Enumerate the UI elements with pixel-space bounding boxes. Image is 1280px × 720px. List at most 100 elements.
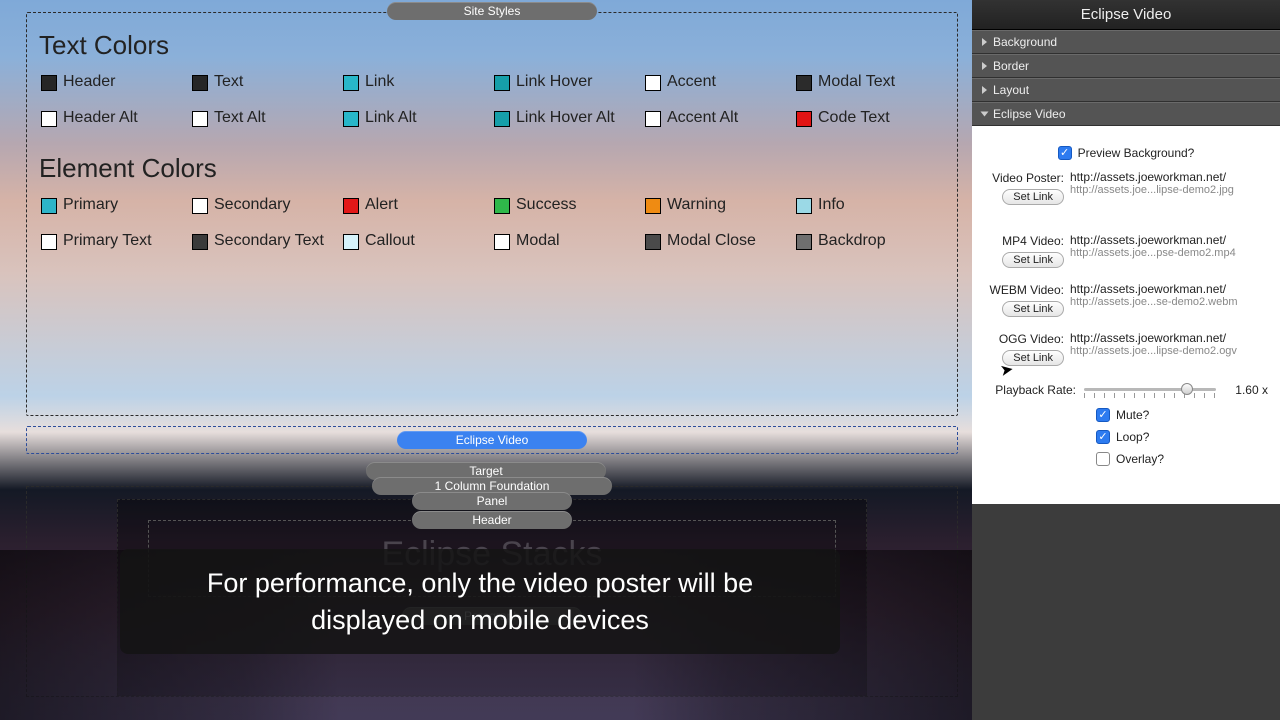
color-swatch[interactable]: Text Alt [192, 109, 339, 127]
site-styles-pill[interactable]: Site Styles [387, 2, 597, 20]
swatch-label: Modal Close [667, 232, 756, 250]
swatch-label: Link Alt [365, 109, 417, 127]
swatch-icon[interactable] [494, 75, 510, 91]
asset-link-row: OGG Video:Set Linkhttp://assets.joeworkm… [984, 331, 1268, 366]
color-swatch[interactable]: Backdrop [796, 232, 943, 250]
asset-link-label: MP4 Video: [984, 233, 1064, 248]
text-colors-grid: Header Text Link Link Hover Accent Modal Text… [27, 67, 957, 143]
color-swatch[interactable]: Link Hover Alt [494, 109, 641, 127]
eclipse-video-settings: Preview Background? Video Poster:Set Lin… [972, 126, 1280, 504]
mute-label: Mute? [1116, 408, 1149, 422]
swatch-icon[interactable] [192, 75, 208, 91]
color-swatch[interactable]: Info [796, 196, 943, 214]
eclipse-video-row[interactable]: Eclipse Video [26, 426, 958, 454]
swatch-icon[interactable] [192, 111, 208, 127]
swatch-label: Accent [667, 73, 716, 91]
color-swatch[interactable]: Code Text [796, 109, 943, 127]
color-swatch[interactable]: Link [343, 73, 490, 91]
swatch-icon[interactable] [796, 234, 812, 250]
color-swatch[interactable]: Link Hover [494, 73, 641, 91]
swatch-icon[interactable] [343, 75, 359, 91]
swatch-label: Accent Alt [667, 109, 738, 127]
swatch-label: Backdrop [818, 232, 886, 250]
color-swatch[interactable]: Accent Alt [645, 109, 792, 127]
swatch-label: Success [516, 196, 576, 214]
set-link-button[interactable]: Set Link [1002, 301, 1064, 317]
color-swatch[interactable]: Primary Text [41, 232, 188, 250]
asset-link-row: MP4 Video:Set Linkhttp://assets.joeworkm… [984, 233, 1268, 268]
element-colors-title: Element Colors [39, 153, 957, 184]
loop-checkbox[interactable] [1096, 430, 1110, 444]
set-link-button[interactable]: Set Link [1002, 252, 1064, 268]
swatch-icon[interactable] [41, 111, 57, 127]
site-styles-block[interactable]: Site Styles Text Colors HeaderTextLinkLi… [26, 12, 958, 416]
swatch-icon[interactable] [192, 198, 208, 214]
color-swatch[interactable]: Callout [343, 232, 490, 250]
swatch-label: Modal Text [818, 73, 895, 91]
color-swatch[interactable]: Warning [645, 196, 792, 214]
color-swatch[interactable]: Secondary Text [192, 232, 339, 250]
swatch-label: Link Hover Alt [516, 109, 615, 127]
swatch-icon[interactable] [796, 75, 812, 91]
swatch-icon[interactable] [796, 198, 812, 214]
asset-url: http://assets.joeworkman.net/ [1070, 282, 1268, 296]
swatch-icon[interactable] [645, 198, 661, 214]
inspector-title: Eclipse Video [972, 0, 1280, 30]
preview-background-checkbox[interactable] [1058, 146, 1072, 160]
swatch-label: Header [63, 73, 115, 91]
swatch-icon[interactable] [343, 198, 359, 214]
eclipse-video-pill[interactable]: Eclipse Video [397, 431, 587, 449]
swatch-icon[interactable] [343, 111, 359, 127]
element-colors-grid: Primary Secondary Alert Success WarningInfo P… [27, 190, 957, 266]
accordion-layout[interactable]: Layout [972, 78, 1280, 102]
swatch-label: Code Text [818, 109, 890, 127]
inspector-empty-area [972, 630, 1280, 720]
color-swatch[interactable]: Secondary [192, 196, 339, 214]
color-swatch[interactable]: Alert [343, 196, 490, 214]
color-swatch[interactable]: Link Alt [343, 109, 490, 127]
color-swatch[interactable]: Accent [645, 73, 792, 91]
swatch-label: Primary [63, 196, 118, 214]
swatch-icon[interactable] [343, 234, 359, 250]
swatch-label: Primary Text [63, 232, 152, 250]
color-swatch[interactable]: Modal Close [645, 232, 792, 250]
mute-row: Mute? [984, 408, 1268, 422]
asset-url: http://assets.joeworkman.net/ [1070, 170, 1268, 184]
color-swatch[interactable]: Header [41, 73, 188, 91]
color-swatch[interactable]: Primary [41, 196, 188, 214]
swatch-icon[interactable] [192, 234, 208, 250]
swatch-label: Alert [365, 196, 398, 214]
swatch-icon[interactable] [645, 75, 661, 91]
accordion-border[interactable]: Border [972, 54, 1280, 78]
color-swatch[interactable]: Header Alt [41, 109, 188, 127]
overlay-checkbox[interactable] [1096, 452, 1110, 466]
loop-label: Loop? [1116, 430, 1149, 444]
foundation-pill[interactable]: 1 Column Foundation [372, 477, 612, 495]
color-swatch[interactable]: Modal [494, 232, 641, 250]
color-swatch[interactable]: Text [192, 73, 339, 91]
accordion-eclipse-video[interactable]: Eclipse Video [972, 102, 1280, 126]
video-caption: For performance, only the video poster w… [120, 549, 840, 654]
panel-pill[interactable]: Panel [412, 492, 572, 510]
color-swatch[interactable]: Success [494, 196, 641, 214]
swatch-icon[interactable] [494, 198, 510, 214]
header-pill[interactable]: Header [412, 511, 572, 529]
swatch-icon[interactable] [796, 111, 812, 127]
swatch-label: Link [365, 73, 394, 91]
swatch-icon[interactable] [41, 234, 57, 250]
preview-background-label: Preview Background? [1078, 146, 1195, 160]
swatch-icon[interactable] [645, 234, 661, 250]
accordion-background[interactable]: Background [972, 30, 1280, 54]
asset-url-short: http://assets.joe...lipse-demo2.jpg [1070, 184, 1268, 196]
inspector-panel: Eclipse Video Background Border Layout E… [972, 0, 1280, 720]
swatch-icon[interactable] [494, 234, 510, 250]
mute-checkbox[interactable] [1096, 408, 1110, 422]
set-link-button[interactable]: Set Link [1002, 189, 1064, 205]
swatch-label: Secondary [214, 196, 291, 214]
swatch-icon[interactable] [41, 75, 57, 91]
playback-rate-slider[interactable] [1084, 380, 1216, 400]
color-swatch[interactable]: Modal Text [796, 73, 943, 91]
swatch-icon[interactable] [645, 111, 661, 127]
swatch-icon[interactable] [41, 198, 57, 214]
swatch-icon[interactable] [494, 111, 510, 127]
